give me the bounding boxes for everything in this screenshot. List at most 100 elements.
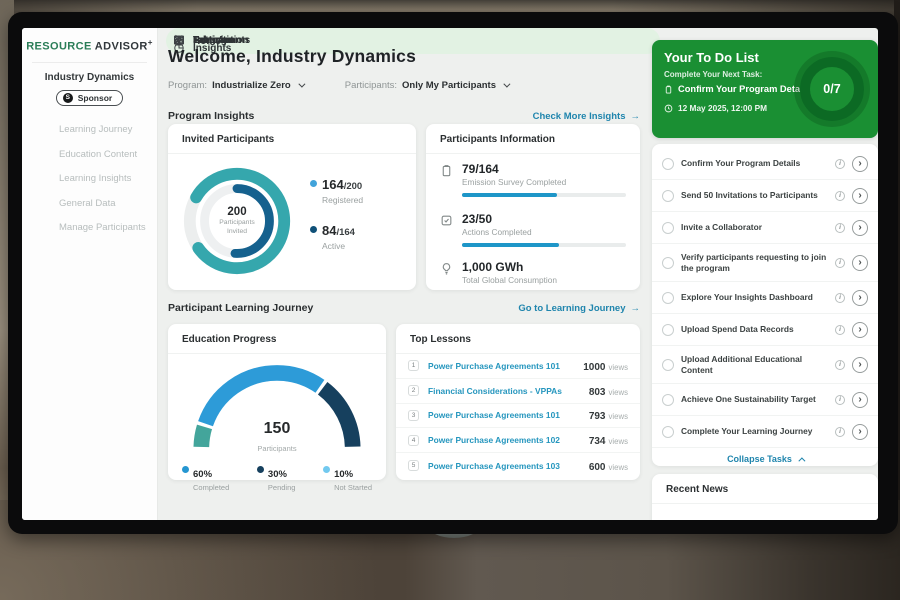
info-icon[interactable] bbox=[835, 395, 845, 405]
chevron-right-button[interactable] bbox=[852, 392, 868, 408]
recent-news-card: Recent News bbox=[652, 474, 878, 520]
legend-dot-registered bbox=[310, 180, 317, 187]
task-row[interactable]: Upload Additional Educational Content bbox=[652, 346, 878, 384]
todo-title: Your To Do List bbox=[664, 50, 759, 65]
chevron-right-button[interactable] bbox=[852, 322, 868, 338]
sidebar-item-general-data[interactable]: General Data bbox=[22, 191, 157, 216]
sidebar-item-learning-insights[interactable]: Learning Insights bbox=[22, 167, 157, 192]
info-icon[interactable] bbox=[835, 427, 845, 437]
invited-participants-card: Invited Participants 200 Participants In… bbox=[168, 124, 416, 290]
info-icon[interactable] bbox=[835, 223, 845, 233]
info-icon[interactable] bbox=[835, 325, 845, 335]
task-label: Confirm Your Program Details bbox=[681, 158, 828, 169]
task-label: Send 50 Invitations to Participants bbox=[681, 190, 828, 201]
task-label: Explore Your Insights Dashboard bbox=[681, 292, 828, 303]
info-icon[interactable] bbox=[835, 159, 845, 169]
task-checkbox[interactable] bbox=[662, 257, 674, 269]
legend-pct: 10% bbox=[334, 469, 353, 480]
stat-label: Emission Survey Completed bbox=[462, 177, 626, 187]
lesson-link[interactable]: Power Purchase Agreements 102 bbox=[428, 435, 589, 445]
task-checkbox[interactable] bbox=[662, 222, 674, 234]
todo-task-list: Confirm Your Program Details Send 50 Inv… bbox=[652, 144, 878, 466]
lesson-link[interactable]: Power Purchase Agreements 101 bbox=[428, 410, 589, 420]
chevron-right-button[interactable] bbox=[852, 220, 868, 236]
sponsor-badge-label: Sponsor bbox=[78, 93, 112, 103]
task-checkbox[interactable] bbox=[662, 426, 674, 438]
chevron-right-button[interactable] bbox=[852, 424, 868, 440]
info-icon[interactable] bbox=[835, 258, 845, 268]
gauge-value: 150 bbox=[184, 420, 370, 438]
invited-donut-chart: 200 Participants Invited bbox=[178, 162, 296, 280]
todo-next-task[interactable]: Confirm Your Program Details bbox=[664, 84, 810, 94]
lesson-views: 793views bbox=[589, 406, 628, 424]
lesson-row: 5 Power Purchase Agreements 103 600views bbox=[396, 453, 640, 478]
collapse-tasks-link[interactable]: Collapse Tasks bbox=[652, 448, 878, 464]
task-checkbox[interactable] bbox=[662, 292, 674, 304]
task-checkbox[interactable] bbox=[662, 359, 674, 371]
task-label: Upload Additional Educational Content bbox=[681, 354, 828, 376]
info-icon[interactable] bbox=[835, 191, 845, 201]
active-total: /164 bbox=[336, 227, 355, 238]
page-title: Welcome, Industry Dynamics bbox=[168, 46, 416, 67]
registered-label: Registered bbox=[322, 195, 363, 205]
learning-journey-heading: Participant Learning Journey bbox=[168, 302, 313, 314]
lesson-link[interactable]: Power Purchase Agreements 103 bbox=[428, 461, 589, 471]
todo-due-label: 12 May 2025, 12:00 PM bbox=[678, 103, 767, 113]
chevron-right-button[interactable] bbox=[852, 290, 868, 306]
legend-dot-active bbox=[310, 226, 317, 233]
chevron-right-button[interactable] bbox=[852, 357, 868, 373]
check-more-insights-link[interactable]: Check More Insights bbox=[533, 111, 640, 122]
task-checkbox[interactable] bbox=[662, 394, 674, 406]
task-checkbox[interactable] bbox=[662, 324, 674, 336]
task-label: Complete Your Learning Journey bbox=[681, 426, 828, 437]
task-row[interactable]: Send 50 Invitations to Participants bbox=[652, 180, 878, 212]
task-row[interactable]: Explore Your Insights Dashboard bbox=[652, 282, 878, 314]
go-to-learning-journey-link[interactable]: Go to Learning Journey bbox=[518, 303, 640, 314]
program-filter-value[interactable]: Industrialize Zero bbox=[212, 80, 291, 91]
lesson-link[interactable]: Financial Considerations - VPPAs bbox=[428, 386, 589, 396]
lesson-row: 4 Power Purchase Agreements 102 734views bbox=[396, 428, 640, 453]
chevron-right-button[interactable] bbox=[852, 188, 868, 204]
legend-dot-pending bbox=[257, 466, 264, 473]
chevron-down-icon[interactable] bbox=[503, 81, 510, 88]
registered-total: /200 bbox=[344, 181, 363, 192]
invited-caption-1: Participants bbox=[219, 218, 255, 227]
sponsor-badge[interactable]: S Sponsor bbox=[56, 90, 123, 106]
task-row[interactable]: Invite a Collaborator bbox=[652, 212, 878, 244]
participants-filter-value[interactable]: Only My Participants bbox=[402, 80, 496, 91]
task-checkbox[interactable] bbox=[662, 190, 674, 202]
sidebar-item-learning-journey[interactable]: Learning Journey bbox=[22, 118, 157, 143]
stat-label: Total Global Consumption bbox=[462, 275, 626, 285]
info-icon[interactable] bbox=[835, 360, 845, 370]
task-row[interactable]: Confirm Your Program Details bbox=[652, 148, 878, 180]
check-square-icon bbox=[440, 214, 453, 227]
legend-pending: 30% Pending bbox=[257, 464, 296, 492]
info-icon[interactable] bbox=[835, 293, 845, 303]
sidebar-item-label: General Data bbox=[59, 198, 116, 209]
legend-pct: 30% bbox=[268, 469, 287, 480]
chevron-down-icon[interactable] bbox=[298, 81, 305, 88]
legend-dot-completed bbox=[182, 466, 189, 473]
task-label: Achieve One Sustainability Target bbox=[681, 394, 828, 405]
task-checkbox[interactable] bbox=[662, 158, 674, 170]
brand-secondary: ADVISOR bbox=[95, 41, 148, 53]
gauge-caption: Participants bbox=[257, 444, 296, 453]
task-row[interactable]: Verify participants requesting to join t… bbox=[652, 244, 878, 282]
task-row[interactable]: Complete Your Learning Journey bbox=[652, 416, 878, 448]
chevron-right-button[interactable] bbox=[852, 156, 868, 172]
donut-center-label: 200 Participants Invited bbox=[178, 162, 296, 280]
lesson-link[interactable]: Power Purchase Agreements 101 bbox=[428, 361, 583, 371]
task-row[interactable]: Upload Spend Data Records bbox=[652, 314, 878, 346]
chevron-right-button[interactable] bbox=[852, 255, 868, 271]
lesson-row: 1 Power Purchase Agreements 101 1000view… bbox=[396, 354, 640, 379]
sidebar-item-manage-participants[interactable]: Manage Participants bbox=[22, 216, 157, 241]
progress-fill bbox=[462, 243, 559, 247]
program-filter-label: Program: bbox=[168, 80, 207, 91]
sidebar-item-education-content[interactable]: Education Content bbox=[22, 142, 157, 167]
program-insights-heading: Program Insights bbox=[168, 110, 254, 122]
sidebar-item-label: Education Content bbox=[59, 149, 137, 160]
clipboard-icon bbox=[664, 85, 673, 94]
filter-bar: Program: Industrialize Zero Participants… bbox=[168, 80, 508, 91]
task-row[interactable]: Achieve One Sustainability Target bbox=[652, 384, 878, 416]
todo-next-task-label: Confirm Your Program Details bbox=[678, 84, 810, 94]
